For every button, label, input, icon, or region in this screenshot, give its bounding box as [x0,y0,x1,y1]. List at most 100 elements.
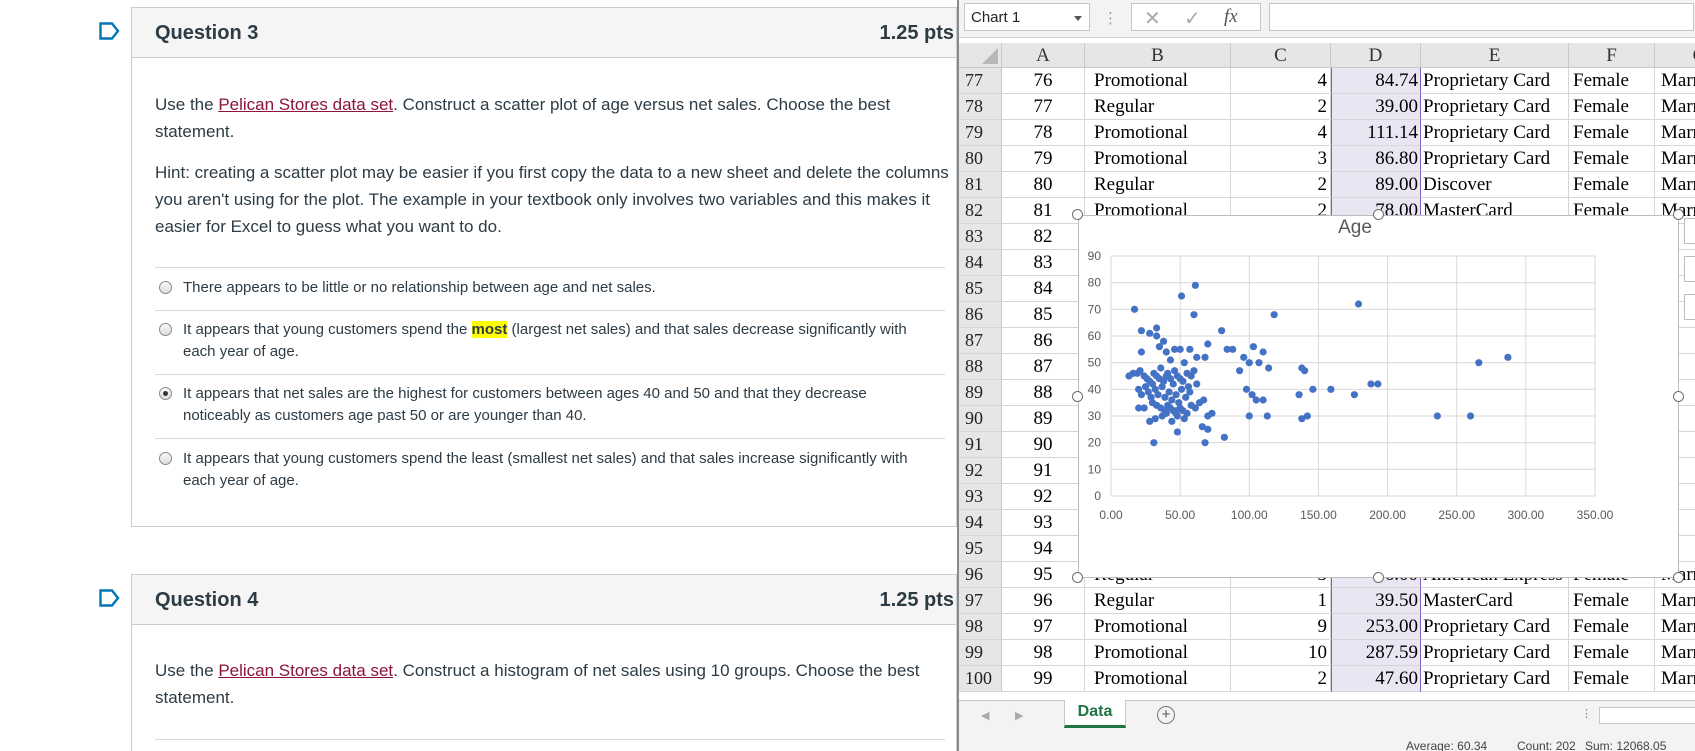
row-header[interactable]: 80 [959,146,1002,172]
cell-c[interactable]: 1 [1231,588,1331,614]
cell-f[interactable]: Female [1569,146,1655,172]
cell-a[interactable]: 93 [1002,510,1085,536]
row-header[interactable]: 77 [959,68,1002,94]
more-options-icon[interactable]: ⋮ [1103,9,1118,27]
cell-a[interactable]: 86 [1002,328,1085,354]
cell-d[interactable]: 287.59 [1331,640,1421,666]
resize-handle[interactable] [1673,391,1684,402]
row-header[interactable]: 96 [959,562,1002,588]
row-header[interactable]: 97 [959,588,1002,614]
enter-icon[interactable]: ✓ [1184,6,1201,31]
cell-a[interactable]: 83 [1002,250,1085,276]
cell-d[interactable]: 86.80 [1331,146,1421,172]
cell-e[interactable]: Proprietary Card [1421,640,1569,666]
cell-a[interactable]: 89 [1002,406,1085,432]
resize-handle[interactable] [1072,209,1083,220]
cell-a[interactable]: 85 [1002,302,1085,328]
row-header[interactable]: 98 [959,614,1002,640]
resize-handle[interactable] [1373,572,1384,583]
row-header[interactable]: 86 [959,302,1002,328]
row-header[interactable]: 81 [959,172,1002,198]
cell-e[interactable]: Proprietary Card [1421,94,1569,120]
cell-g[interactable]: Married [1655,588,1695,614]
cell-c[interactable]: 4 [1231,120,1331,146]
cell-a[interactable]: 80 [1002,172,1085,198]
scatter-chart[interactable]: Age 0 10 20 30 40 50 60 70 80 90 0.00 50.00 100.00 150… [1078,215,1679,578]
cell-f[interactable]: Female [1569,666,1655,692]
row-header[interactable]: 89 [959,380,1002,406]
cell-e[interactable]: Proprietary Card [1421,120,1569,146]
cell-b[interactable]: Promotional [1085,640,1231,666]
row-header[interactable]: 79 [959,120,1002,146]
cell-d[interactable]: 253.00 [1331,614,1421,640]
cell-d[interactable]: 39.50 [1331,588,1421,614]
flag-question-icon[interactable] [99,22,120,40]
column-header-g[interactable]: G [1655,43,1695,68]
row-header[interactable]: 85 [959,276,1002,302]
cell-d[interactable]: 89.00 [1331,172,1421,198]
cell-g[interactable]: Married [1655,146,1695,172]
cell-e[interactable]: Proprietary Card [1421,146,1569,172]
cell-a[interactable]: 97 [1002,614,1085,640]
cell-c[interactable]: 2 [1231,666,1331,692]
cell-f[interactable]: Female [1569,614,1655,640]
cell-c[interactable]: 4 [1231,68,1331,94]
column-header-f[interactable]: F [1569,43,1655,68]
cell-g[interactable]: Married [1655,94,1695,120]
row-header[interactable]: 88 [959,354,1002,380]
row-header[interactable]: 94 [959,510,1002,536]
row-header[interactable]: 84 [959,250,1002,276]
chart-elements-button[interactable] [1684,218,1695,244]
cell-b[interactable]: Promotional [1085,68,1231,94]
select-all-button[interactable] [959,43,1002,68]
name-box[interactable]: Chart 1 [964,3,1090,31]
row-header[interactable]: 95 [959,536,1002,562]
cell-b[interactable]: Regular [1085,94,1231,120]
cell-a[interactable]: 77 [1002,94,1085,120]
cell-f[interactable]: Female [1569,68,1655,94]
cell-d[interactable]: 39.00 [1331,94,1421,120]
cell-a[interactable]: 78 [1002,120,1085,146]
cell-d[interactable]: 111.14 [1331,120,1421,146]
cell-a[interactable]: 98 [1002,640,1085,666]
cell-g[interactable]: Married [1655,666,1695,692]
column-header-b[interactable]: B [1085,43,1231,68]
cell-c[interactable]: 3 [1231,146,1331,172]
cell-f[interactable]: Female [1569,640,1655,666]
row-header[interactable]: 92 [959,458,1002,484]
horizontal-scrollbar[interactable] [1599,707,1695,724]
cell-c[interactable]: 2 [1231,94,1331,120]
cancel-icon[interactable]: ✕ [1144,6,1161,31]
previous-sheet-icon[interactable]: ◀ [981,709,989,722]
add-sheet-icon[interactable]: + [1157,706,1175,724]
cell-a[interactable]: 79 [1002,146,1085,172]
row-header[interactable]: 83 [959,224,1002,250]
cell-g[interactable]: Married [1655,640,1695,666]
cell-a[interactable]: 84 [1002,276,1085,302]
resize-handle[interactable] [1673,572,1684,583]
next-sheet-icon[interactable]: ▶ [1015,709,1023,722]
cell-f[interactable]: Female [1569,94,1655,120]
cell-g[interactable]: Married [1655,614,1695,640]
cell-c[interactable]: 2 [1231,172,1331,198]
cell-b[interactable]: Promotional [1085,614,1231,640]
row-header[interactable]: 82 [959,198,1002,224]
row-header[interactable]: 99 [959,640,1002,666]
row-header[interactable]: 91 [959,432,1002,458]
cell-b[interactable]: Regular [1085,172,1231,198]
radio-button[interactable] [159,323,172,336]
cell-e[interactable]: Proprietary Card [1421,666,1569,692]
cell-d[interactable]: 47.60 [1331,666,1421,692]
row-header[interactable]: 100 [959,666,1002,692]
column-header-c[interactable]: C [1231,43,1331,68]
resize-handle[interactable] [1072,391,1083,402]
row-header[interactable]: 78 [959,94,1002,120]
radio-button-selected[interactable] [159,387,172,400]
function-icon[interactable]: fx [1224,6,1238,28]
cell-e[interactable]: Proprietary Card [1421,68,1569,94]
chart-filters-button[interactable] [1684,294,1695,320]
cell-c[interactable]: 9 [1231,614,1331,640]
column-header-d[interactable]: D [1331,43,1421,68]
cell-b[interactable]: Promotional [1085,120,1231,146]
more-options-icon[interactable]: ⋮ [1581,707,1592,720]
